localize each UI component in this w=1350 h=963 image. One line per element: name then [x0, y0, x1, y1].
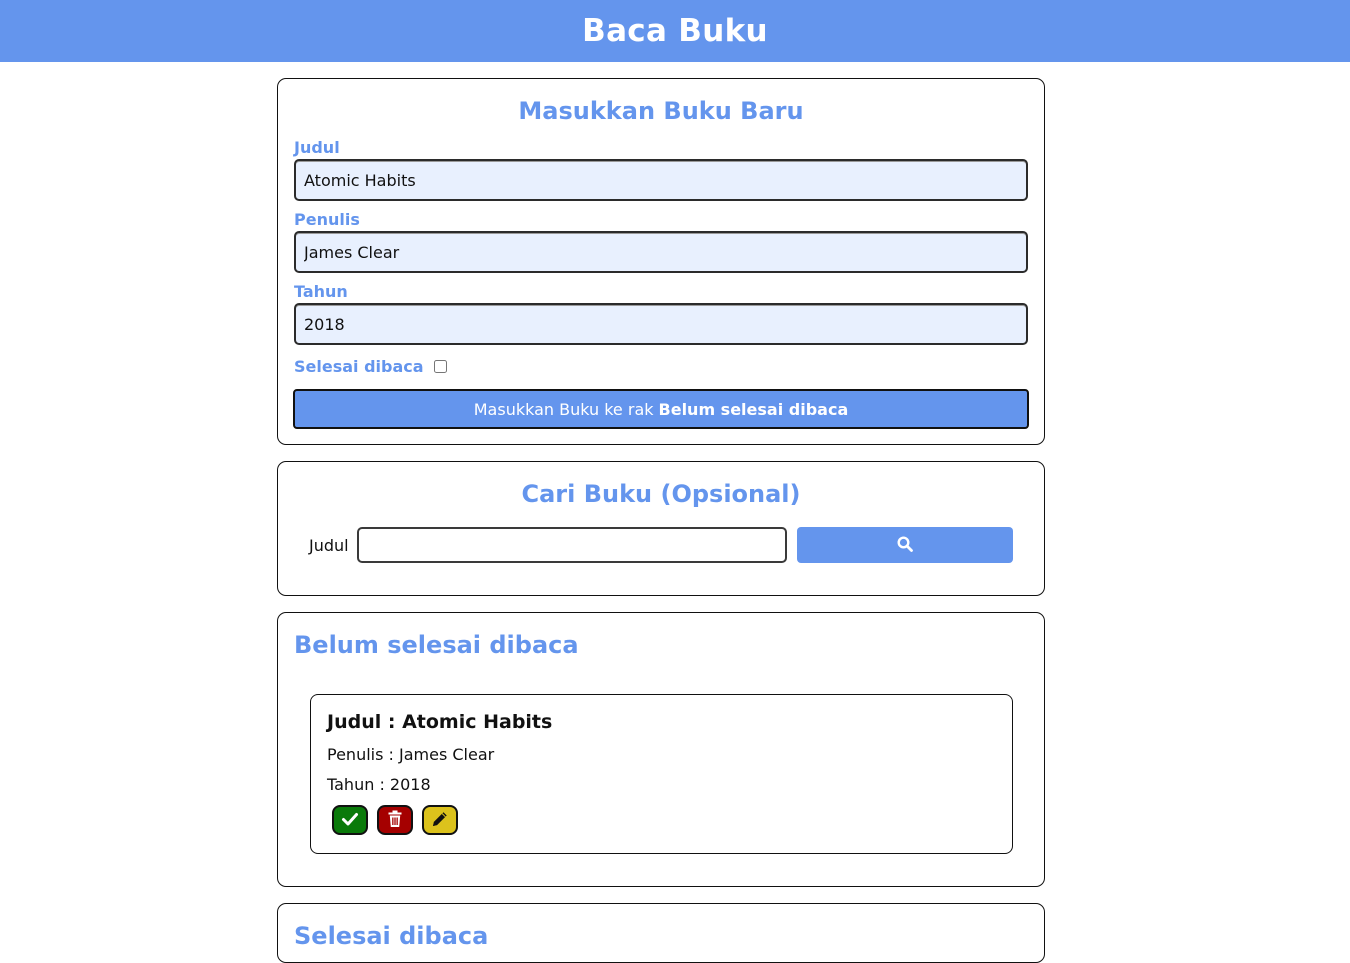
- search-label: Judul: [309, 536, 349, 555]
- complete-checkbox[interactable]: [433, 360, 447, 373]
- search-card: Cari Buku (Opsional) Judul: [277, 461, 1045, 596]
- search-icon: [897, 535, 913, 555]
- submit-button-shelf: Belum selesai dibaca: [658, 399, 849, 419]
- done-shelf: Selesai dibaca: [277, 903, 1045, 963]
- new-book-heading: Masukkan Buku Baru: [518, 97, 804, 125]
- search-button[interactable]: [797, 527, 1013, 563]
- submit-button-prefix: Masukkan Buku ke rak: [473, 399, 654, 419]
- complete-label: Selesai dibaca: [294, 357, 424, 376]
- trash-icon: [387, 810, 403, 831]
- check-icon: [341, 811, 359, 830]
- unread-shelf-heading: Belum selesai dibaca: [294, 631, 579, 659]
- author-label: Penulis: [294, 210, 360, 229]
- book-title: Judul : Atomic Habits: [327, 711, 553, 733]
- title-input[interactable]: [294, 159, 1028, 201]
- book-item: Judul : Atomic Habits Penulis : James Cl…: [310, 694, 1013, 854]
- year-label: Tahun: [294, 282, 348, 301]
- year-input[interactable]: [294, 303, 1028, 345]
- submit-book-button[interactable]: Masukkan Buku ke rak Belum selesai dibac…: [293, 389, 1029, 429]
- pencil-icon: [431, 810, 449, 831]
- book-year: Tahun : 2018: [327, 775, 431, 794]
- search-input[interactable]: [357, 527, 787, 563]
- edit-button[interactable]: [422, 805, 458, 835]
- title-label: Judul: [294, 138, 340, 157]
- unread-shelf: Belum selesai dibaca Judul : Atomic Habi…: [277, 612, 1045, 887]
- search-heading: Cari Buku (Opsional): [521, 480, 801, 508]
- book-author: Penulis : James Clear: [327, 745, 495, 764]
- complete-row: Selesai dibaca: [294, 357, 447, 376]
- app-title: Baca Buku: [582, 13, 768, 49]
- mark-done-button[interactable]: [332, 805, 368, 835]
- author-input[interactable]: [294, 231, 1028, 273]
- delete-button[interactable]: [377, 805, 413, 835]
- app-header: Baca Buku: [0, 0, 1350, 62]
- done-shelf-heading: Selesai dibaca: [294, 922, 489, 950]
- new-book-card: Masukkan Buku Baru Judul Penulis Tahun S…: [277, 78, 1045, 445]
